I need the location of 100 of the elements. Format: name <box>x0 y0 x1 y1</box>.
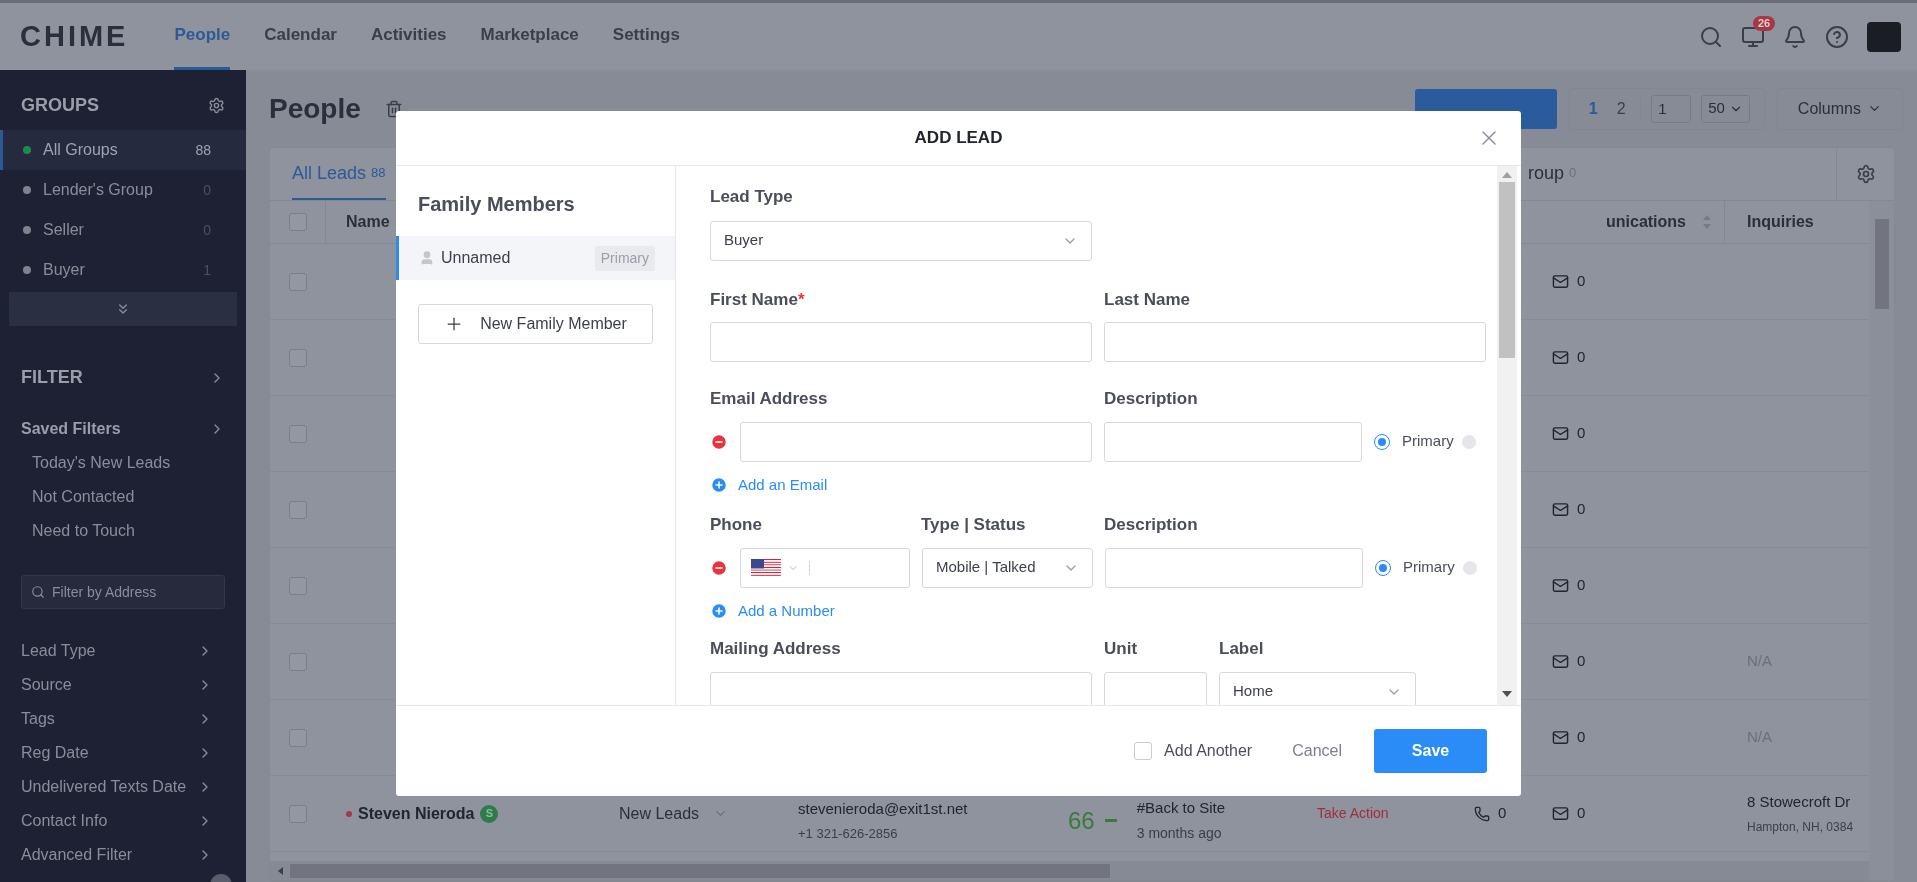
filter-item[interactable]: Contact Info <box>0 809 246 833</box>
nav-tab[interactable]: Settings <box>612 3 680 70</box>
scroll-left-icon[interactable] <box>276 866 284 876</box>
scroll-down-icon[interactable] <box>1502 691 1512 697</box>
saved-filter-link[interactable]: Need to Touch <box>32 519 246 543</box>
field-label: Email Address <box>710 389 828 408</box>
saved-filters-header[interactable]: Saved Filters <box>0 417 246 441</box>
filter-item[interactable]: Lead Type <box>0 639 246 663</box>
flag-icon <box>751 558 781 577</box>
trend-icon <box>1104 819 1117 822</box>
email-count: 0 <box>1577 575 1586 596</box>
cancel-button[interactable]: Cancel <box>1280 731 1354 771</box>
checkbox[interactable] <box>289 804 307 823</box>
checkbox[interactable] <box>289 576 307 595</box>
page-link[interactable]: 2 <box>1612 96 1631 121</box>
take-action-link[interactable]: Take Action <box>1295 803 1452 824</box>
lead-name[interactable]: Steven Nieroda <box>358 801 475 826</box>
required-mark: * <box>797 289 805 309</box>
checkbox[interactable] <box>289 424 307 443</box>
nav-tab[interactable]: Activities <box>370 3 447 70</box>
filter-item[interactable]: Undelivered Texts Date <box>0 775 246 799</box>
first-name-field[interactable] <box>710 322 1092 362</box>
phone-type-select[interactable]: Mobile | Talked <box>922 547 1093 588</box>
member-name: Unnamed <box>441 248 511 268</box>
filter-item[interactable]: Reg Date <box>0 741 246 765</box>
settings-icon[interactable] <box>208 97 225 114</box>
column-header[interactable]: Inquiries <box>1747 210 1814 234</box>
email-count: 0 <box>1577 271 1586 292</box>
phone-description-field[interactable] <box>1105 547 1363 588</box>
filter-item[interactable]: Tags <box>0 707 246 731</box>
score: 66 <box>1068 805 1095 836</box>
page-input[interactable]: 1 <box>1651 94 1692 123</box>
help-icon[interactable] <box>1825 24 1849 49</box>
group-label: All Groups <box>43 140 118 160</box>
phone-icon <box>1474 805 1490 822</box>
checkbox[interactable] <box>289 652 307 671</box>
lead-type-select[interactable]: Buyer <box>710 220 1092 261</box>
primary-badge: Primary <box>594 245 655 271</box>
field-label: Unit <box>1104 639 1138 658</box>
filter-item[interactable]: Advanced Filter <box>0 843 246 867</box>
settings-icon[interactable] <box>1855 164 1876 184</box>
columns-button[interactable]: Columns <box>1776 87 1903 130</box>
logo: CHIME <box>20 18 129 54</box>
nav-tab[interactable]: Marketplace <box>480 3 579 70</box>
saved-filter-link[interactable]: Today's New Leads <box>32 451 246 475</box>
mail-icon <box>1552 653 1569 670</box>
field-label: Description <box>1104 389 1198 408</box>
checkbox[interactable] <box>289 272 307 291</box>
avatar[interactable] <box>1867 21 1901 52</box>
unit-field[interactable] <box>1104 671 1207 705</box>
page-title: People <box>269 91 361 126</box>
email-description-field[interactable] <box>1104 421 1362 462</box>
activity-text: #Back to Site <box>1136 797 1226 818</box>
add-email-link[interactable]: Add an Email <box>710 473 828 496</box>
mail-icon <box>1552 805 1569 822</box>
checkbox[interactable] <box>289 348 307 367</box>
stage-select[interactable]: New Leads <box>595 801 776 826</box>
horizontal-scrollbar[interactable] <box>270 861 1869 881</box>
email-field[interactable] <box>740 421 1092 462</box>
bell-icon[interactable] <box>1783 24 1807 49</box>
add-another-checkbox[interactable]: Add Another <box>1134 739 1253 763</box>
remove-icon[interactable] <box>710 558 728 577</box>
mailing-address-field[interactable] <box>710 671 1092 705</box>
group-item[interactable]: All Groups 88 <box>0 130 246 170</box>
sort-icon[interactable] <box>1702 213 1712 231</box>
checkbox[interactable] <box>1134 742 1153 760</box>
phone-text: +1 321-626-2856 <box>798 825 899 843</box>
vertical-scrollbar[interactable] <box>1869 201 1894 881</box>
dialog-scrollbar[interactable] <box>1497 166 1517 705</box>
field-label: First Name <box>710 289 798 309</box>
scroll-up-icon[interactable] <box>1502 172 1512 178</box>
address-label-select[interactable]: Home <box>1219 671 1416 705</box>
filter-item[interactable]: Source <box>0 673 246 697</box>
address-search-field[interactable]: Filter by Address <box>21 575 225 609</box>
expand-button[interactable] <box>9 292 237 326</box>
notification-badge: 26 <box>1753 15 1776 31</box>
dialog-title: ADD LEAD <box>914 127 1003 150</box>
checkbox[interactable] <box>289 500 307 519</box>
checkbox[interactable] <box>288 213 307 231</box>
saved-filter-link[interactable]: Not Contacted <box>32 485 246 509</box>
nav-tab[interactable]: Calendar <box>264 3 337 70</box>
save-button[interactable]: Save <box>1374 729 1487 773</box>
checkbox[interactable] <box>289 728 307 747</box>
field-label: Label <box>1219 639 1264 658</box>
family-member-item[interactable]: Unnamed Primary <box>396 236 675 280</box>
new-family-member-button[interactable]: New Family Member <box>418 304 653 344</box>
mail-icon <box>1552 501 1569 518</box>
remove-icon[interactable] <box>710 432 728 451</box>
section-title: FILTER <box>21 366 83 389</box>
last-name-field[interactable] <box>1104 322 1486 362</box>
page-size-select[interactable]: 50 <box>1701 94 1750 123</box>
field-label: Lead Type <box>710 187 793 206</box>
group-label: Lender's Group <box>43 180 153 200</box>
phone-field[interactable] <box>740 547 910 588</box>
add-number-link[interactable]: Add a Number <box>710 599 835 622</box>
field-label: Mailing Address <box>710 639 841 658</box>
email-count: 0 <box>1577 803 1586 824</box>
field-label: Type | Status <box>921 515 1026 534</box>
search-icon[interactable] <box>1699 24 1723 49</box>
person-icon <box>419 250 435 266</box>
